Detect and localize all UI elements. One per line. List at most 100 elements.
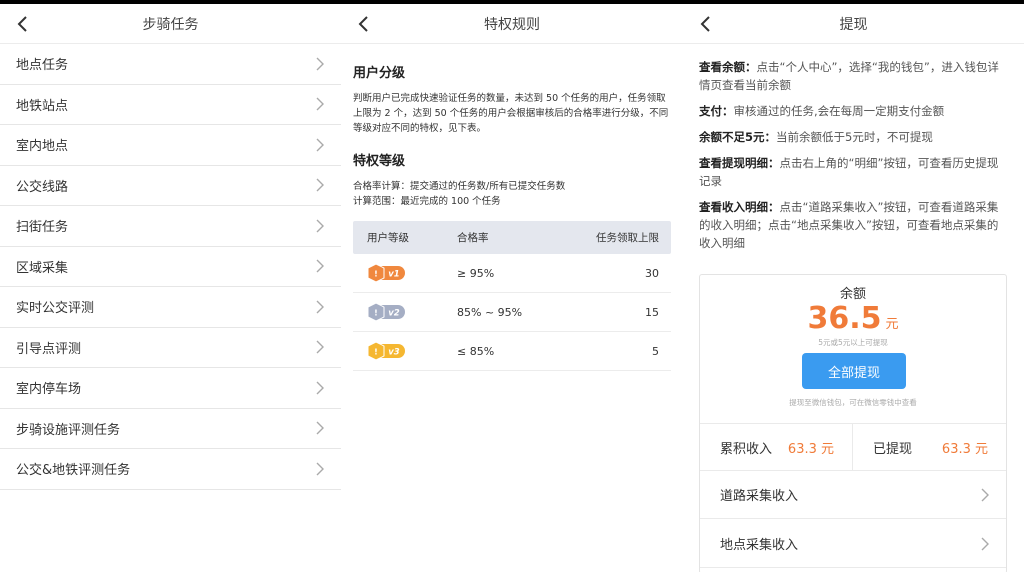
nav-bar: 提现 xyxy=(683,4,1024,44)
withdraw-info-item: 查看提现明细：点击右上角的“明细”按钮，可查看历史提现记录 xyxy=(699,154,1008,190)
chevron-right-icon xyxy=(981,537,989,550)
task-list-item[interactable]: 公交&地铁评测任务 xyxy=(0,449,341,490)
v3-level-badge-icon: ! v3 xyxy=(367,342,405,360)
income-stats: 累积收入 63.3 元 已提现 63.3 元 xyxy=(700,423,1006,471)
withdraw-info-item: 支付：审核通过的任务,会在每周一定期支付金额 xyxy=(699,102,1008,120)
chevron-right-icon xyxy=(316,381,324,395)
user-level-cell: ! v3 xyxy=(353,342,457,360)
level-badge-text: v1 xyxy=(388,270,399,280)
info-text: 当前余额低于5元时，不可提现 xyxy=(776,130,933,144)
road-income-label: 道路采集收入 xyxy=(720,489,799,504)
page-title: 提现 xyxy=(839,16,868,33)
panel-walk-ride-tasks: 步骑任务 地点任务地铁站点室内地点公交线路扫街任务区域采集实时公交评测引导点评测… xyxy=(0,4,341,572)
back-arrow-icon[interactable] xyxy=(16,14,30,34)
place-income-row[interactable]: 地点采集收入 xyxy=(700,520,1006,568)
user-level-cell: ! v1 xyxy=(353,264,457,282)
chevron-right-icon xyxy=(316,138,324,152)
chevron-right-icon xyxy=(316,300,324,314)
task-list-item-label: 室内停车场 xyxy=(16,382,82,398)
table-row: ! v3 ≤ 85% 5 xyxy=(353,332,671,371)
min-withdraw-note: 5元或5元以上可提现 xyxy=(818,338,888,347)
v1-level-badge-icon: ! v1 xyxy=(367,264,405,282)
level-badge-text: v3 xyxy=(388,348,400,358)
panel-withdraw: 提现 查看余额：点击“个人中心”，选择“我的钱包”，进入钱包详情页查看当前余额支… xyxy=(683,4,1024,572)
task-list-item-label: 室内地点 xyxy=(16,139,69,155)
svg-text:!: ! xyxy=(374,270,378,279)
nav-bar: 特权规则 xyxy=(341,4,683,44)
chevron-right-icon xyxy=(981,488,989,501)
user-grading-text: 判断用户已完成快速验证任务的数量，未达到 50 个任务的用户，任务领取上限为 2… xyxy=(353,93,669,134)
chevron-right-icon xyxy=(316,57,324,71)
back-arrow-icon[interactable] xyxy=(357,14,371,34)
info-text: 审核通过的任务,会在每周一定期支付金额 xyxy=(733,104,945,118)
header-user-level: 用户等级 xyxy=(367,232,409,244)
wechat-note: 提现至微信钱包，可在微信零钱中查看 xyxy=(789,398,917,407)
chevron-right-icon xyxy=(316,259,324,273)
task-list: 地点任务地铁站点室内地点公交线路扫街任务区域采集实时公交评测引导点评测室内停车场… xyxy=(0,44,341,490)
pass-rate-cell: ≤ 85% xyxy=(457,344,495,358)
level-badge-text: v2 xyxy=(388,309,400,319)
table-header: 用户等级 合格率 任务领取上限 xyxy=(353,221,671,254)
user-level-cell: ! v2 xyxy=(353,303,457,321)
chevron-right-icon xyxy=(316,178,324,192)
nav-bar: 步骑任务 xyxy=(0,4,341,44)
cumulative-income: 累积收入 63.3 元 xyxy=(700,424,853,470)
balance-value: 36.5 xyxy=(807,301,882,336)
cumulative-income-label: 累积收入 xyxy=(720,441,773,457)
task-list-item[interactable]: 区域采集 xyxy=(0,247,341,287)
task-list-item[interactable]: 实时公交评测 xyxy=(0,287,341,328)
cumulative-income-value: 63.3 元 xyxy=(787,441,834,457)
back-arrow-icon[interactable] xyxy=(699,14,713,34)
table-row: ! v1 ≥ 95% 30 xyxy=(353,254,671,293)
v2-level-badge-icon: ! v2 xyxy=(367,303,405,321)
task-list-item-label: 公交&地铁评测任务 xyxy=(16,463,131,479)
info-label: 余额不足5元： xyxy=(699,130,777,144)
page-title: 特权规则 xyxy=(484,16,540,33)
chevron-right-icon xyxy=(316,462,324,476)
chevron-right-icon xyxy=(316,421,324,435)
panel-privilege-rules: 特权规则 用户分级 判断用户已完成快速验证任务的数量，未达到 50 个任务的用户… xyxy=(341,4,683,572)
withdrawn-label: 已提现 xyxy=(873,441,913,457)
task-list-item-label: 公交线路 xyxy=(16,179,69,195)
task-list-item-label: 区域采集 xyxy=(16,260,69,276)
task-list-item[interactable]: 室内地点 xyxy=(0,125,341,166)
page-title: 步骑任务 xyxy=(142,16,199,33)
task-list-item-label: 步骑设施评测任务 xyxy=(16,422,121,438)
info-label: 支付： xyxy=(699,104,734,118)
svg-text:!: ! xyxy=(374,348,378,357)
withdraw-all-button[interactable]: 全部提现 xyxy=(802,353,906,389)
task-limit-cell: 15 xyxy=(645,305,659,319)
task-list-item[interactable]: 步骑设施评测任务 xyxy=(0,409,341,449)
task-limit-cell: 5 xyxy=(652,344,659,358)
task-limit-cell: 30 xyxy=(645,266,659,280)
task-list-item[interactable]: 扫街任务 xyxy=(0,206,341,247)
balance-card: 余额 36.5 元 5元或5元以上可提现 全部提现 提现至微信钱包，可在微信零钱中… xyxy=(699,274,1007,572)
rules-content: 用户分级 判断用户已完成快速验证任务的数量，未达到 50 个任务的用户，任务领取… xyxy=(341,44,683,371)
task-list-item[interactable]: 公交线路 xyxy=(0,166,341,206)
header-pass-rate: 合格率 xyxy=(457,232,489,244)
withdraw-info: 查看余额：点击“个人中心”，选择“我的钱包”，进入钱包详情页查看当前余额支付：审… xyxy=(683,44,1024,252)
task-list-item[interactable]: 地铁站点 xyxy=(0,85,341,125)
balance-amount: 36.5 元 xyxy=(700,301,1006,336)
withdrawn-value: 63.3 元 xyxy=(941,441,988,457)
svg-text:!: ! xyxy=(374,309,378,318)
section-title-privilege-level: 特权等级 xyxy=(353,154,406,169)
chevron-right-icon xyxy=(316,219,324,233)
pass-rate-formula: 合格率计算：提交通过的任务数/所有已提交任务数 xyxy=(353,181,566,192)
pass-rate-cell: ≥ 95% xyxy=(457,266,495,280)
info-label: 查看余额： xyxy=(699,60,757,74)
task-list-item[interactable]: 室内停车场 xyxy=(0,368,341,409)
pass-rate-cell: 85% ~ 95% xyxy=(457,305,523,319)
chevron-right-icon xyxy=(316,97,324,111)
road-income-row[interactable]: 道路采集收入 xyxy=(700,471,1006,519)
table-row: ! v2 85% ~ 95% 15 xyxy=(353,293,671,332)
info-label: 查看提现明细： xyxy=(699,156,780,170)
withdrawn-amount: 已提现 63.3 元 xyxy=(853,424,1006,470)
task-list-item[interactable]: 引导点评测 xyxy=(0,328,341,368)
task-list-item[interactable]: 地点任务 xyxy=(0,44,341,85)
balance-label: 余额 xyxy=(839,287,866,302)
task-list-item-label: 地点任务 xyxy=(16,58,69,74)
withdraw-info-item: 查看余额：点击“个人中心”，选择“我的钱包”，进入钱包详情页查看当前余额 xyxy=(699,58,1008,94)
withdraw-info-item: 余额不足5元：当前余额低于5元时，不可提现 xyxy=(699,128,1008,146)
task-list-item-label: 引导点评测 xyxy=(16,341,82,357)
